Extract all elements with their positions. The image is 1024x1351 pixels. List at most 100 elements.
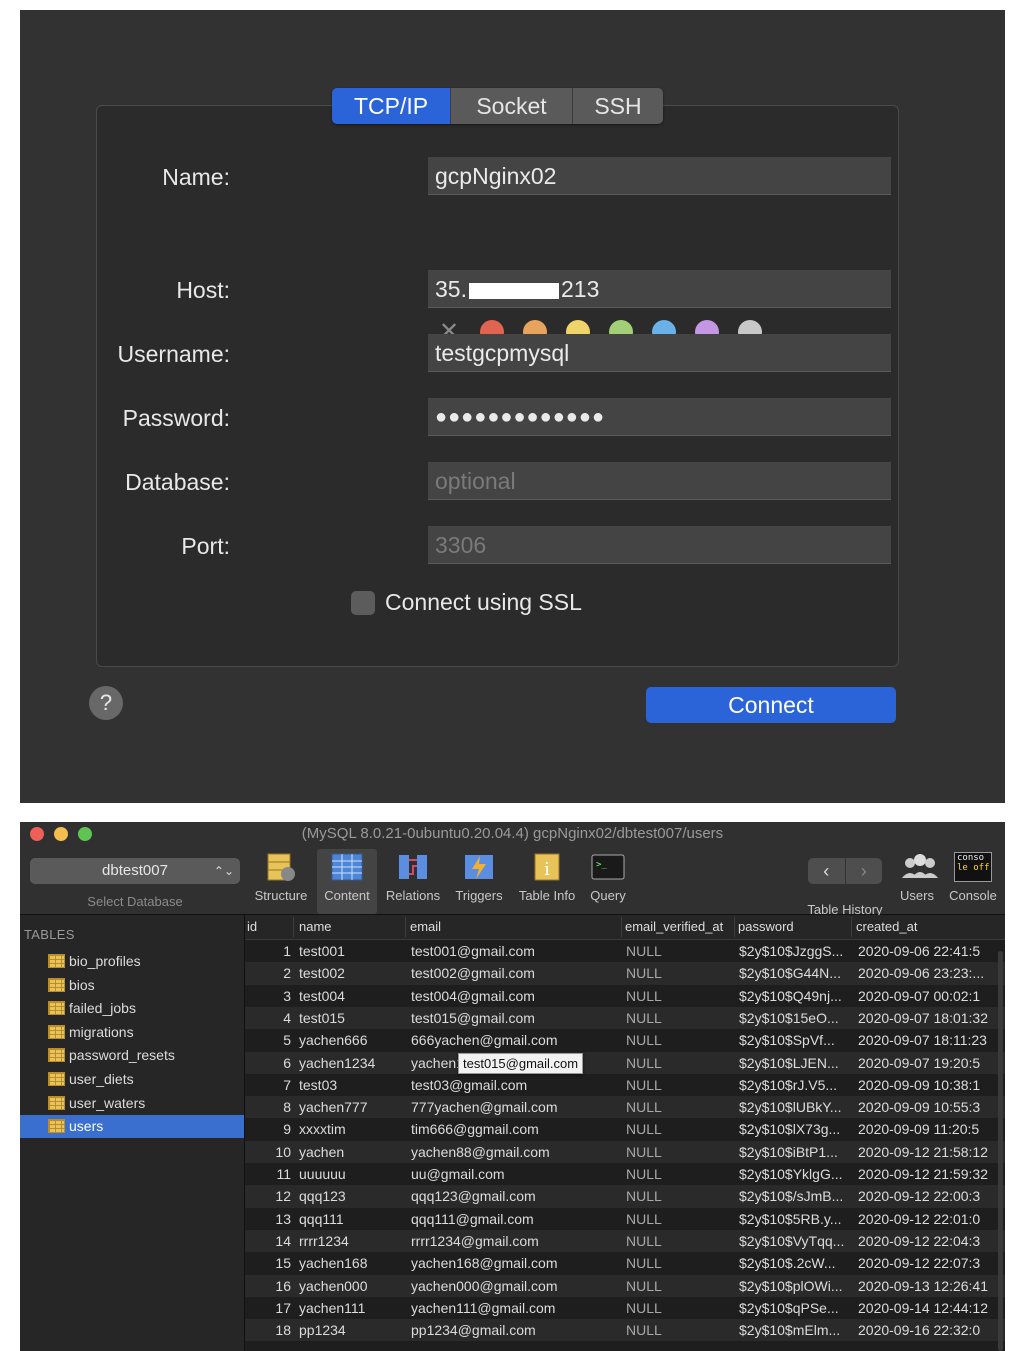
cell-name[interactable]: qqq111: [299, 1211, 409, 1227]
cell-password[interactable]: $2y$10$plOWi...: [739, 1278, 855, 1294]
tab-tcpip[interactable]: TCP/IP: [332, 88, 451, 124]
sidebar-table-item[interactable]: migrations: [20, 1021, 244, 1044]
cell-email-verified-at[interactable]: NULL: [626, 1255, 736, 1271]
content-button[interactable]: Content: [317, 849, 377, 914]
table-row[interactable]: 9 xxxxtim tim666@ggmail.com NULL $2y$10$lX73…: [245, 1118, 1005, 1140]
cell-id[interactable]: 15: [245, 1255, 291, 1271]
cell-password[interactable]: $2y$10$VyTqq...: [739, 1233, 855, 1249]
sidebar-table-item[interactable]: bios: [20, 974, 244, 997]
cell-id[interactable]: 9: [245, 1121, 291, 1137]
cell-name[interactable]: rrrr1234: [299, 1233, 409, 1249]
cell-email-verified-at[interactable]: NULL: [626, 965, 736, 981]
cell-created-at[interactable]: 2020-09-09 10:38:1: [858, 1077, 998, 1093]
cell-name[interactable]: qqq123: [299, 1188, 409, 1204]
cell-name[interactable]: yachen666: [299, 1032, 409, 1048]
cell-password[interactable]: $2y$10$lUBkY...: [739, 1099, 855, 1115]
cell-email-verified-at[interactable]: NULL: [626, 1077, 736, 1093]
cell-id[interactable]: 16: [245, 1278, 291, 1294]
tab-socket[interactable]: Socket: [451, 88, 573, 124]
vertical-scrollbar[interactable]: [998, 951, 1003, 1351]
cell-email[interactable]: test004@gmail.com: [411, 988, 621, 1004]
table-row[interactable]: 15 yachen168 yachen168@gmail.com NULL $2y$10…: [245, 1252, 1005, 1274]
cell-email-verified-at[interactable]: NULL: [626, 1010, 736, 1026]
structure-button[interactable]: Structure: [250, 852, 312, 903]
cell-email-verified-at[interactable]: NULL: [626, 1300, 736, 1316]
cell-password[interactable]: $2y$10$LJEN...: [739, 1055, 855, 1071]
cell-created-at[interactable]: 2020-09-07 18:11:23: [858, 1032, 998, 1048]
cell-email-verified-at[interactable]: NULL: [626, 1121, 736, 1137]
cell-name[interactable]: yachen: [299, 1144, 409, 1160]
cell-created-at[interactable]: 2020-09-13 12:26:41: [858, 1278, 998, 1294]
cell-email-verified-at[interactable]: NULL: [626, 1233, 736, 1249]
table-row[interactable]: 7 test03 test03@gmail.com NULL $2y$10$rJ.V5.…: [245, 1074, 1005, 1096]
host-field[interactable]: 35. 213: [428, 270, 891, 308]
cell-email[interactable]: test015@gmail.com: [411, 1010, 621, 1026]
relations-button[interactable]: Relations: [382, 852, 444, 903]
cell-email-verified-at[interactable]: NULL: [626, 1099, 736, 1115]
cell-email-verified-at[interactable]: NULL: [626, 1144, 736, 1160]
cell-email-verified-at[interactable]: NULL: [626, 1032, 736, 1048]
cell-created-at[interactable]: 2020-09-06 22:41:5: [858, 943, 998, 959]
cell-created-at[interactable]: 2020-09-12 22:00:3: [858, 1188, 998, 1204]
cell-id[interactable]: 10: [245, 1144, 291, 1160]
query-button[interactable]: >_ Query: [586, 852, 630, 903]
cell-email[interactable]: test002@gmail.com: [411, 965, 621, 981]
cell-created-at[interactable]: 2020-09-12 22:07:3: [858, 1255, 998, 1271]
cell-id[interactable]: 4: [245, 1010, 291, 1026]
cell-email[interactable]: yachen88@gmail.com: [411, 1144, 621, 1160]
cell-id[interactable]: 7: [245, 1077, 291, 1093]
cell-created-at[interactable]: 2020-09-12 21:58:12: [858, 1144, 998, 1160]
cell-email-verified-at[interactable]: NULL: [626, 1211, 736, 1227]
sidebar-table-item[interactable]: password_resets: [20, 1044, 244, 1067]
cell-password[interactable]: $2y$10$qPSe...: [739, 1300, 855, 1316]
tab-ssh[interactable]: SSH: [573, 88, 663, 124]
cell-password[interactable]: $2y$10$.2cW...: [739, 1255, 855, 1271]
table-row[interactable]: 3 test004 test004@gmail.com NULL $2y$10$Q49n…: [245, 985, 1005, 1007]
cell-email-verified-at[interactable]: NULL: [626, 988, 736, 1004]
name-field[interactable]: gcpNginx02: [428, 157, 891, 195]
column-header-email[interactable]: email: [410, 919, 441, 934]
cell-id[interactable]: 14: [245, 1233, 291, 1249]
sidebar-table-item[interactable]: user_waters: [20, 1092, 244, 1115]
database-select[interactable]: dbtest007 ⌃⌄: [30, 858, 240, 884]
cell-id[interactable]: 17: [245, 1300, 291, 1316]
column-divider[interactable]: [734, 917, 735, 937]
cell-id[interactable]: 8: [245, 1099, 291, 1115]
table-row[interactable]: 1 test001 test001@gmail.com NULL $2y$10$Jzgg…: [245, 940, 1005, 962]
cell-id[interactable]: 2: [245, 965, 291, 981]
cell-password[interactable]: $2y$10$15eO...: [739, 1010, 855, 1026]
table-row[interactable]: 14 rrrr1234 rrrr1234@gmail.com NULL $2y$10$V…: [245, 1229, 1005, 1253]
cell-name[interactable]: test002: [299, 965, 409, 981]
cell-created-at[interactable]: 2020-09-07 18:01:32: [858, 1010, 998, 1026]
console-button[interactable]: conso le off Console: [945, 852, 1001, 903]
sidebar-table-item[interactable]: bio_profiles: [20, 950, 244, 973]
forward-icon[interactable]: ›: [844, 858, 883, 884]
cell-id[interactable]: 5: [245, 1032, 291, 1048]
cell-email[interactable]: yachen168@gmail.com: [411, 1255, 621, 1271]
cell-email-verified-at[interactable]: NULL: [626, 1166, 736, 1182]
sidebar-table-item[interactable]: failed_jobs: [20, 997, 244, 1020]
table-row[interactable]: 16 yachen000 yachen000@gmail.com NULL $2y$10…: [245, 1274, 1005, 1297]
cell-password[interactable]: $2y$10$Q49nj...: [739, 988, 855, 1004]
table-row[interactable]: 18 pp1234 pp1234@gmail.com NULL $2y$10$mElm.…: [245, 1319, 1005, 1342]
cell-name[interactable]: test015: [299, 1010, 409, 1026]
cell-email-verified-at[interactable]: NULL: [626, 1278, 736, 1294]
username-field[interactable]: testgcpmysql: [428, 334, 891, 372]
cell-email[interactable]: qqq111@gmail.com: [411, 1211, 621, 1227]
back-icon[interactable]: ‹: [808, 858, 845, 884]
cell-password[interactable]: $2y$10$G44N...: [739, 965, 855, 981]
column-header-created-at[interactable]: created_at: [856, 919, 917, 934]
cell-name[interactable]: pp1234: [299, 1322, 409, 1338]
cell-password[interactable]: $2y$10$mElm...: [739, 1322, 855, 1338]
sidebar-table-item[interactable]: users: [20, 1115, 244, 1139]
triggers-button[interactable]: Triggers: [450, 852, 508, 903]
cell-email[interactable]: yachen000@gmail.com: [411, 1278, 621, 1294]
cell-id[interactable]: 13: [245, 1211, 291, 1227]
cell-email-verified-at[interactable]: NULL: [626, 943, 736, 959]
cell-email[interactable]: qqq123@gmail.com: [411, 1188, 621, 1204]
table-row[interactable]: 13 qqq111 qqq111@gmail.com NULL $2y$10$5RB.y…: [245, 1208, 1005, 1230]
table-info-button[interactable]: i Table Info: [514, 852, 580, 903]
cell-password[interactable]: $2y$10$/sJmB...: [739, 1188, 855, 1204]
cell-name[interactable]: yachen1234: [299, 1055, 409, 1071]
cell-email[interactable]: test03@gmail.com: [411, 1077, 621, 1093]
